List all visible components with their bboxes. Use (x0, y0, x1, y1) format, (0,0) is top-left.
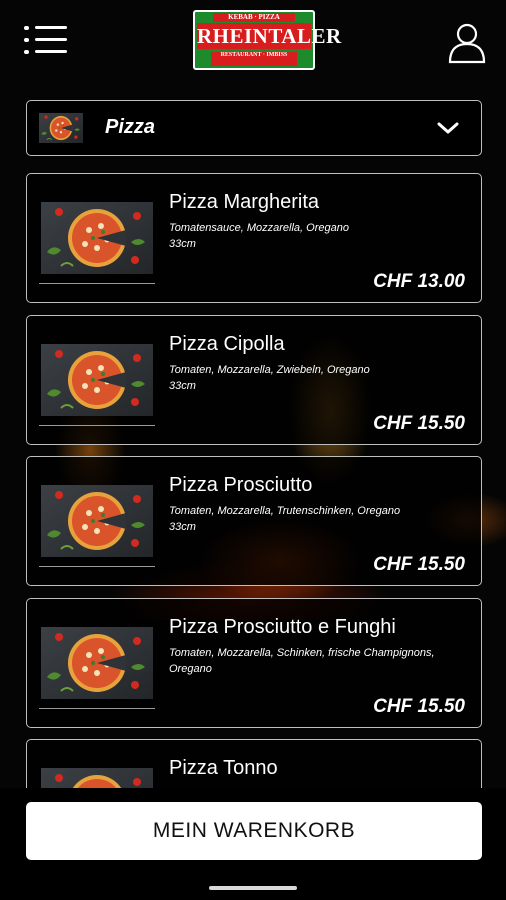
product-ingredients: Tomaten, Mozzarella, Trutenschinken, Ore… (169, 505, 401, 517)
divider (39, 566, 155, 567)
home-indicator[interactable] (209, 886, 297, 890)
product-ingredients: Tomaten, Mozzarella, Zwiebeln, Oregano (169, 364, 370, 376)
product-image (41, 627, 153, 699)
product-card[interactable]: Pizza Prosciutto e Funghi Tomaten, Mozza… (26, 598, 482, 728)
product-image (41, 202, 153, 274)
product-image (41, 344, 153, 416)
product-description: Tomaten, Mozzarella, Trutenschinken, Ore… (169, 503, 469, 535)
product-description: Tomaten, Mozzarella, Schinken, frische C… (169, 645, 469, 677)
divider (39, 425, 155, 426)
product-description: Tomaten, Mozzarella, Zwiebeln, Oregano 3… (169, 362, 469, 394)
cart-button[interactable]: MEIN WARENKORB (26, 802, 482, 860)
product-price: CHF 15.50 (373, 696, 465, 717)
product-name: Pizza Prosciutto e Funghi (169, 616, 396, 638)
product-price: CHF 15.50 (373, 554, 465, 575)
product-ingredients: Tomaten, Mozzarella, Schinken, frische C… (169, 647, 435, 675)
product-list: Pizza Margherita Tomatensauce, Mozzarell… (0, 0, 506, 900)
product-price: CHF 13.00 (373, 271, 465, 292)
product-name: Pizza Tonno (169, 757, 278, 779)
product-description: Tomatensauce, Mozzarella, Oregano 33cm (169, 220, 469, 252)
product-size: 33cm (169, 521, 196, 533)
product-name: Pizza Prosciutto (169, 474, 313, 496)
product-card[interactable]: Pizza Prosciutto Tomaten, Mozzarella, Tr… (26, 456, 482, 586)
product-ingredients: Tomatensauce, Mozzarella, Oregano (169, 222, 349, 234)
product-card[interactable]: Pizza Margherita Tomatensauce, Mozzarell… (26, 173, 482, 303)
divider (39, 283, 155, 284)
product-name: Pizza Cipolla (169, 333, 285, 355)
product-name: Pizza Margherita (169, 191, 320, 213)
product-size: 33cm (169, 238, 196, 250)
product-image (41, 485, 153, 557)
product-card[interactable]: Pizza Cipolla Tomaten, Mozzarella, Zwieb… (26, 315, 482, 445)
product-size: 33cm (169, 380, 196, 392)
divider (39, 708, 155, 709)
product-price: CHF 15.50 (373, 413, 465, 434)
